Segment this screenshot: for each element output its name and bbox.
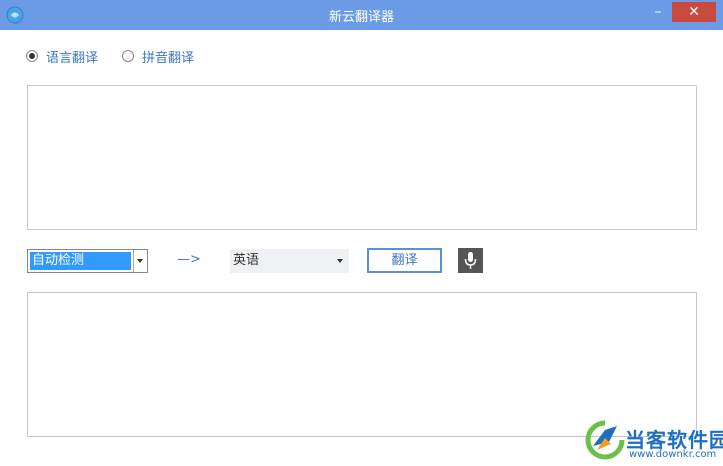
close-button[interactable]: ✕ — [672, 2, 716, 22]
result-text-output[interactable] — [27, 292, 697, 437]
direction-arrow: —> — [177, 252, 201, 267]
source-language-value: 自动检测 — [30, 252, 131, 270]
radio-checked-icon[interactable] — [26, 50, 38, 62]
minimize-button[interactable]: – — [646, 3, 670, 25]
watermark: 当客软件园 www.downkr.com — [585, 420, 723, 464]
target-language-select[interactable]: 英语 — [230, 249, 349, 273]
microphone-button[interactable] — [458, 248, 483, 273]
target-language-value: 英语 — [233, 253, 260, 268]
translate-button[interactable]: 翻译 — [367, 248, 442, 273]
watermark-logo-icon — [585, 420, 625, 460]
chevron-down-icon — [337, 259, 343, 263]
mode-language-radio[interactable]: 语言翻译 — [26, 47, 99, 66]
source-dropdown-button[interactable] — [133, 250, 147, 272]
window-title: 新云翻译器 — [328, 10, 394, 25]
mode-pinyin-label: 拼音翻译 — [142, 50, 195, 66]
microphone-icon — [464, 252, 477, 269]
target-dropdown-button[interactable] — [333, 249, 349, 273]
mode-language-label: 语言翻译 — [46, 50, 99, 66]
source-text-input[interactable] — [27, 85, 697, 230]
watermark-url: www.downkr.com — [629, 449, 717, 460]
chevron-down-icon — [137, 259, 143, 263]
radio-unchecked-icon[interactable] — [122, 50, 134, 62]
source-language-select[interactable]: 自动检测 — [27, 249, 148, 273]
title-bar[interactable]: 新云翻译器 – ✕ — [0, 0, 723, 30]
mode-pinyin-radio[interactable]: 拼音翻译 — [122, 47, 195, 66]
